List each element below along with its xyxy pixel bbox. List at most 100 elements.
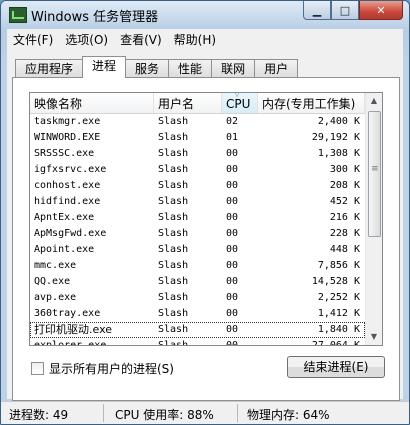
process-cpu: 00 <box>226 276 239 287</box>
close-button[interactable]: ✕ <box>359 1 403 20</box>
status-process-count: 进程数: 49 <box>9 408 69 422</box>
process-image-name: 360tray.exe <box>34 308 101 319</box>
tab-performance[interactable]: 性能 <box>168 59 213 78</box>
process-memory: 14,528 K <box>311 276 360 287</box>
process-image-name: mmc.exe <box>34 260 77 271</box>
process-memory: 448 K <box>329 244 360 255</box>
process-image-name: QQ.exe <box>34 276 71 287</box>
column-memory-label: 内存(专用工作集) <box>262 97 356 111</box>
process-user-name: Slash <box>158 148 189 159</box>
processes-panel: 映像名称 用户名 ▽ CPU 内存(专用工作集) taskmgr.exe Slas… <box>12 77 400 401</box>
process-memory: 1,840 K <box>317 324 360 335</box>
process-user-name: Slash <box>158 260 189 271</box>
title-bar[interactable]: Windows 任务管理器 ▁ □ ✕ <box>1 1 409 29</box>
process-cpu: 00 <box>226 292 239 303</box>
process-cpu: 02 <box>226 116 239 127</box>
process-row[interactable]: explorer.exe Slash 00 27,064 K <box>30 338 365 346</box>
process-image-name: igfxsrvc.exe <box>34 164 107 175</box>
column-header-user-name[interactable]: 用户名 <box>154 93 222 113</box>
process-memory: 1,308 K <box>317 148 360 159</box>
show-all-users-checkbox[interactable] <box>31 362 44 375</box>
process-image-name: avp.exe <box>34 292 77 303</box>
status-cpu-usage: CPU 使用率: 88% <box>115 408 214 422</box>
tab-processes[interactable]: 进程 <box>82 56 127 78</box>
process-memory: 27,064 K <box>311 340 360 346</box>
menu-options[interactable]: 选项(O) <box>59 31 114 48</box>
minimize-button[interactable]: ▁ <box>303 1 331 20</box>
tab-networking[interactable]: 联网 <box>211 59 256 78</box>
process-user-name: Slash <box>158 132 189 143</box>
process-cpu: 00 <box>226 340 239 346</box>
vertical-scrollbar[interactable]: ▲ ▼ <box>365 93 382 345</box>
process-image-name: ApntEx.exe <box>34 212 95 223</box>
process-memory: 216 K <box>329 212 360 223</box>
menu-help[interactable]: 帮助(H) <box>168 31 222 48</box>
menu-view[interactable]: 查看(V) <box>114 31 168 48</box>
maximize-button[interactable]: □ <box>331 1 359 20</box>
process-list-header: 映像名称 用户名 ▽ CPU 内存(专用工作集) <box>30 93 365 114</box>
process-row[interactable]: WINWORD.EXE Slash 01 29,192 K <box>30 130 365 146</box>
process-row[interactable]: igfxsrvc.exe Slash 00 300 K <box>30 162 365 178</box>
end-process-button[interactable]: 结束进程(E) <box>287 356 385 378</box>
process-cpu: 00 <box>226 308 239 319</box>
show-all-users-option[interactable]: 显示所有用户的进程(S) <box>31 360 174 377</box>
process-row[interactable]: Apoint.exe Slash 00 448 K <box>30 242 365 258</box>
tab-users[interactable]: 用户 <box>254 59 299 78</box>
menu-file[interactable]: 文件(F) <box>7 31 59 48</box>
process-cpu: 00 <box>226 244 239 255</box>
process-image-name: 打印机驱动.exe <box>34 323 113 336</box>
column-image-name-label: 映像名称 <box>34 97 83 111</box>
process-memory: 228 K <box>329 228 360 239</box>
process-memory: 300 K <box>329 164 360 175</box>
process-user-name: Slash <box>158 276 189 287</box>
column-header-image-name[interactable]: 映像名称 <box>30 93 154 113</box>
process-user-name: Slash <box>158 116 189 127</box>
process-row[interactable]: hidfind.exe Slash 00 452 K <box>30 194 365 210</box>
menu-bar: 文件(F) 选项(O) 查看(V) 帮助(H) <box>7 29 403 49</box>
caption-buttons: ▁ □ ✕ <box>303 1 403 21</box>
process-image-name: SRSSSC.exe <box>34 148 95 159</box>
column-header-cpu[interactable]: ▽ CPU <box>222 93 258 113</box>
status-physical-memory: 物理内存: 64% <box>247 408 330 422</box>
process-row[interactable]: ApntEx.exe Slash 00 216 K <box>30 210 365 226</box>
process-row[interactable]: 360tray.exe Slash 00 1,412 K <box>30 306 365 322</box>
status-divider <box>103 404 104 422</box>
process-row[interactable]: QQ.exe Slash 00 14,528 K <box>30 274 365 290</box>
tab-applications[interactable]: 应用程序 <box>15 59 84 78</box>
process-rows: taskmgr.exe Slash 02 2,400 K WINWORD.EXE Slas… <box>30 114 365 346</box>
process-memory: 29,192 K <box>311 132 360 143</box>
process-memory: 208 K <box>329 180 360 191</box>
process-cpu: 00 <box>226 260 239 271</box>
scroll-thumb[interactable] <box>368 111 381 237</box>
process-user-name: Slash <box>158 180 189 191</box>
process-cpu: 00 <box>226 148 239 159</box>
process-user-name: Slash <box>158 212 189 223</box>
process-user-name: Slash <box>158 340 189 346</box>
process-memory: 2,400 K <box>317 116 360 127</box>
column-header-memory[interactable]: 内存(专用工作集) <box>258 93 365 113</box>
process-user-name: Slash <box>158 292 189 303</box>
process-cpu: 00 <box>226 324 239 335</box>
process-memory: 452 K <box>329 196 360 207</box>
process-image-name: hidfind.exe <box>34 196 101 207</box>
status-bar: 进程数: 49 CPU 使用率: 88% 物理内存: 64% <box>1 401 409 424</box>
tab-strip: 应用程序 进程 服务 性能 联网 用户 <box>15 56 299 78</box>
tab-services[interactable]: 服务 <box>125 59 170 78</box>
process-user-name: Slash <box>158 324 189 335</box>
scroll-down-arrow-icon[interactable]: ▼ <box>366 329 382 345</box>
process-row[interactable]: ApMsgFwd.exe Slash 00 228 K <box>30 226 365 242</box>
scroll-up-arrow-icon[interactable]: ▲ <box>366 93 382 109</box>
show-all-users-label: 显示所有用户的进程(S) <box>49 362 174 376</box>
process-row[interactable]: 打印机驱动.exe Slash 00 1,840 K <box>30 322 365 338</box>
column-user-name-label: 用户名 <box>158 97 195 111</box>
process-row[interactable]: avp.exe Slash 00 2,252 K <box>30 290 365 306</box>
process-cpu: 00 <box>226 196 239 207</box>
close-icon: ✕ <box>376 3 386 17</box>
process-row[interactable]: taskmgr.exe Slash 02 2,400 K <box>30 114 365 130</box>
process-row[interactable]: SRSSSC.exe Slash 00 1,308 K <box>30 146 365 162</box>
process-image-name: Apoint.exe <box>34 244 95 255</box>
process-cpu: 00 <box>226 212 239 223</box>
process-row[interactable]: conhost.exe Slash 00 208 K <box>30 178 365 194</box>
process-list[interactable]: 映像名称 用户名 ▽ CPU 内存(专用工作集) taskmgr.exe Slas… <box>29 92 383 346</box>
process-row[interactable]: mmc.exe Slash 00 7,856 K <box>30 258 365 274</box>
